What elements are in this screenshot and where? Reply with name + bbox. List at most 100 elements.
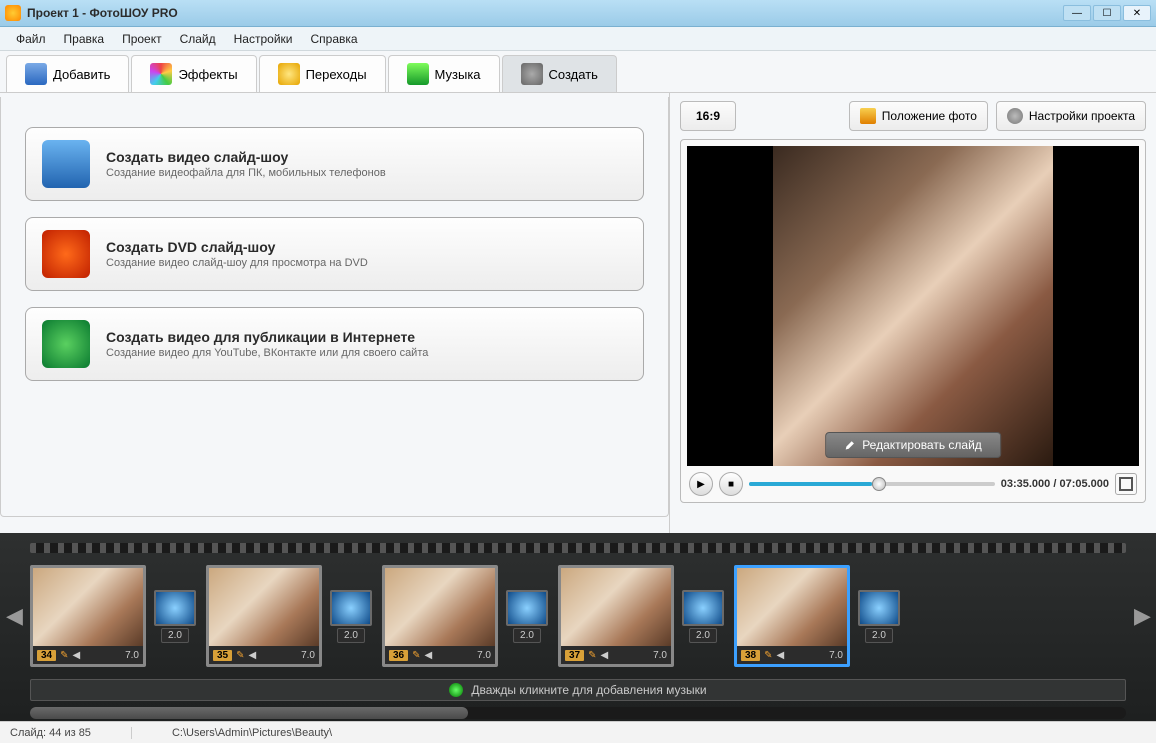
slide-footer: 34✎◀7.0 xyxy=(33,646,143,664)
music-hint-label: Дважды кликните для добавления музыки xyxy=(471,683,706,697)
create-option-icon xyxy=(42,140,90,188)
slide-item: 36 ✎ ◀ 7.0 2.0 xyxy=(382,565,548,667)
menu-настройки[interactable]: Настройки xyxy=(226,29,301,49)
slide-thumb-37[interactable]: 37✎◀7.0 xyxy=(558,565,674,667)
transition-duration: 2.0 xyxy=(865,628,893,643)
slide-sound-icon[interactable]: ◀ xyxy=(425,650,433,661)
create-option-desc: Создание видеофайла для ПК, мобильных те… xyxy=(106,167,386,179)
maximize-button[interactable]: ☐ xyxy=(1093,5,1121,21)
create-option-title: Создать видео слайд-шоу xyxy=(106,149,386,165)
tab-label: Добавить xyxy=(53,67,110,82)
time-display: 03:35.000 / 07:05.000 xyxy=(1001,478,1109,490)
tab-icon-1 xyxy=(150,63,172,85)
transition-duration: 2.0 xyxy=(513,628,541,643)
transition-item: 2.0 xyxy=(330,590,372,643)
tab-label: Музыка xyxy=(435,67,481,82)
timeline-scroll-left-button[interactable]: ◀ xyxy=(6,599,22,633)
pencil-icon[interactable]: ✎ xyxy=(236,650,244,661)
progress-slider[interactable] xyxy=(749,482,995,486)
slide-image xyxy=(33,568,143,646)
tab-label: Эффекты xyxy=(178,67,237,82)
project-settings-label: Настройки проекта xyxy=(1029,109,1135,123)
fullscreen-button[interactable] xyxy=(1115,473,1137,495)
slide-footer: 37✎◀7.0 xyxy=(561,646,671,664)
music-track[interactable]: Дважды кликните для добавления музыки xyxy=(30,679,1126,701)
slide-item: 34✎◀7.02.0 xyxy=(30,565,196,667)
slide-thumb-36[interactable]: 36 ✎ ◀ 7.0 xyxy=(382,565,498,667)
preview-image xyxy=(773,146,1053,466)
menu-слайд[interactable]: Слайд xyxy=(172,29,224,49)
tab-4[interactable]: Создать xyxy=(502,55,617,92)
transition-thumb[interactable] xyxy=(154,590,196,626)
create-panel: Создать видео слайд-шоу Создание видеофай… xyxy=(0,93,670,533)
project-settings-button[interactable]: Настройки проекта xyxy=(996,101,1146,131)
slide-duration: 7.0 xyxy=(829,650,843,661)
create-option-desc: Создание видео для YouTube, ВКонтакте ил… xyxy=(106,347,428,359)
slide-footer: 36 ✎ ◀ 7.0 xyxy=(385,646,495,664)
pencil-icon[interactable]: ✎ xyxy=(60,650,68,661)
pencil-icon[interactable]: ✎ xyxy=(588,650,596,661)
create-option-desc: Создание видео слайд-шоу для просмотра н… xyxy=(106,257,368,269)
close-button[interactable]: ✕ xyxy=(1123,5,1151,21)
slide-thumb-34[interactable]: 34✎◀7.0 xyxy=(30,565,146,667)
transition-item: 2.0 xyxy=(858,590,900,643)
minimize-button[interactable]: — xyxy=(1063,5,1091,21)
title-bar: Проект 1 - ФотоШОУ PRO — ☐ ✕ xyxy=(0,0,1156,27)
gear-icon xyxy=(1007,108,1023,124)
preview-video[interactable]: Редактировать слайд xyxy=(687,146,1139,466)
slide-image xyxy=(385,568,495,646)
slide-thumb-35[interactable]: 35✎◀7.0 xyxy=(206,565,322,667)
pencil-icon[interactable]: ✎ xyxy=(412,650,420,661)
slide-image xyxy=(209,568,319,646)
create-option-title: Создать видео для публикации в Интернете xyxy=(106,329,428,345)
transition-duration: 2.0 xyxy=(689,628,717,643)
transition-duration: 2.0 xyxy=(337,628,365,643)
transition-thumb[interactable] xyxy=(506,590,548,626)
status-slide-pos: Слайд: 44 из 85 xyxy=(10,727,132,739)
photo-position-button[interactable]: Положение фото xyxy=(849,101,988,131)
tab-icon-2 xyxy=(278,63,300,85)
transition-thumb[interactable] xyxy=(858,590,900,626)
menu-файл[interactable]: Файл xyxy=(8,29,54,49)
slide-footer: 38✎◀7.0 xyxy=(737,646,847,664)
slide-duration: 7.0 xyxy=(301,650,315,661)
slide-index: 36 xyxy=(389,650,408,661)
tab-0[interactable]: Добавить xyxy=(6,55,129,92)
menu-проект[interactable]: Проект xyxy=(114,29,170,49)
tab-label: Создать xyxy=(549,67,598,82)
slide-sound-icon[interactable]: ◀ xyxy=(249,650,257,661)
tab-icon-3 xyxy=(407,63,429,85)
create-option-1[interactable]: Создать DVD слайд-шоуСоздание видео слай… xyxy=(25,217,644,291)
photo-position-icon xyxy=(860,108,876,124)
slide-thumb-38[interactable]: 38✎◀7.0 xyxy=(734,565,850,667)
tab-label: Переходы xyxy=(306,67,367,82)
play-button[interactable]: ▶ xyxy=(689,472,713,496)
edit-slide-button[interactable]: Редактировать слайд xyxy=(825,432,1001,458)
stop-button[interactable]: ■ xyxy=(719,472,743,496)
slide-duration: 7.0 xyxy=(653,650,667,661)
timeline-scrollbar[interactable] xyxy=(30,707,1126,719)
transition-thumb[interactable] xyxy=(682,590,724,626)
slide-sound-icon[interactable]: ◀ xyxy=(777,650,785,661)
tab-icon-0 xyxy=(25,63,47,85)
app-logo-icon xyxy=(5,5,21,21)
tab-1[interactable]: Эффекты xyxy=(131,55,256,92)
menu-bar: ФайлПравкаПроектСлайдНастройкиСправка xyxy=(0,27,1156,51)
timeline-scroll-right-button[interactable]: ▶ xyxy=(1134,599,1150,633)
slide-sound-icon[interactable]: ◀ xyxy=(73,650,81,661)
slide-sound-icon[interactable]: ◀ xyxy=(601,650,609,661)
slide-duration: 7.0 xyxy=(477,650,491,661)
tab-3[interactable]: Музыка xyxy=(388,55,500,92)
menu-справка[interactable]: Справка xyxy=(302,29,365,49)
preview-area: Редактировать слайд ▶ ■ 03:35.000 / 07:0… xyxy=(680,139,1146,503)
slide-image xyxy=(737,568,847,646)
pencil-icon[interactable]: ✎ xyxy=(764,650,772,661)
transition-thumb[interactable] xyxy=(330,590,372,626)
timeline: ◀ ▶ 34✎◀7.02.035✎◀7.02.036✎◀7.02.037✎◀7.… xyxy=(0,533,1156,721)
tab-2[interactable]: Переходы xyxy=(259,55,386,92)
menu-правка[interactable]: Правка xyxy=(56,29,113,49)
aspect-ratio-button[interactable]: 16:9 xyxy=(680,101,736,131)
window-title: Проект 1 - ФотоШОУ PRO xyxy=(27,6,1063,20)
create-option-0[interactable]: Создать видео слайд-шоу Создание видеофай… xyxy=(25,127,644,201)
create-option-2[interactable]: Создать видео для публикации в Интернете… xyxy=(25,307,644,381)
